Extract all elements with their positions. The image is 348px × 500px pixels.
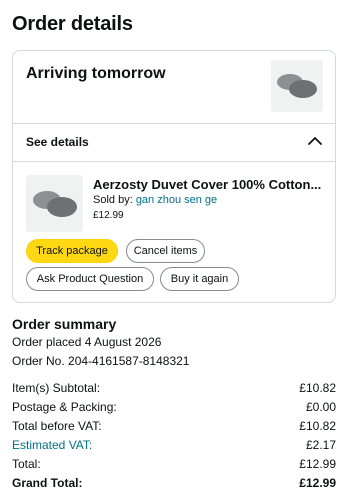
row-value: £12.99 (299, 457, 336, 471)
sold-by-label: Sold by: (93, 194, 133, 206)
arrival-status: Arriving tomorrow (26, 65, 166, 82)
row-value: £12.99 (299, 476, 336, 490)
pillow-product-image (277, 74, 317, 98)
summary-row-estimated-vat: Estimated VAT: £2.17 (12, 438, 336, 452)
buy-it-again-button[interactable]: Buy it again (160, 267, 239, 291)
summary-row-grand-total: Grand Total: £12.99 (12, 476, 336, 490)
chevron-up-icon[interactable] (307, 133, 323, 149)
order-placed-date: Order placed 4 August 2026 (12, 335, 162, 349)
page-title: Order details (12, 13, 133, 35)
track-package-button[interactable]: Track package (26, 239, 118, 263)
shipment-card: Arriving tomorrow See details Aerzosty D… (12, 50, 336, 303)
item-product-image[interactable] (26, 175, 83, 232)
order-summary-heading: Order summary (12, 316, 117, 332)
row-value: £2.17 (305, 438, 336, 452)
summary-row-total: Total: £12.99 (12, 457, 336, 471)
row-value: £10.82 (299, 419, 336, 433)
estimated-vat-link[interactable]: Estimated VAT: (12, 438, 92, 452)
row-value: £0.00 (305, 400, 336, 414)
summary-row-subtotal: Item(s) Subtotal: £10.82 (12, 381, 336, 395)
summary-row-total-before-vat: Total before VAT: £10.82 (12, 419, 336, 433)
row-label: Total before VAT: (12, 419, 102, 433)
item-price: £12.99 (93, 210, 124, 221)
shipment-product-thumbnail[interactable] (271, 60, 323, 112)
row-value: £10.82 (299, 381, 336, 395)
divider (13, 161, 335, 162)
divider (13, 123, 335, 124)
summary-row-postage: Postage & Packing: £0.00 (12, 400, 336, 414)
ask-product-question-button[interactable]: Ask Product Question (26, 267, 154, 291)
row-label: Grand Total: (12, 476, 83, 490)
cancel-items-button[interactable]: Cancel items (126, 239, 205, 263)
see-details-toggle[interactable]: See details (26, 135, 89, 149)
row-label: Postage & Packing: (12, 400, 117, 414)
pillow-product-image (32, 190, 77, 217)
seller-link[interactable]: gan zhou sen ge (136, 194, 217, 206)
row-label: Total: (12, 457, 41, 471)
row-label: Item(s) Subtotal: (12, 381, 101, 395)
sold-by-line: Sold by: gan zhou sen ge (93, 194, 217, 206)
order-number: Order No. 204-4161587-8148321 (12, 354, 190, 368)
item-title-link[interactable]: Aerzosty Duvet Cover 100% Cotton... (93, 177, 325, 192)
